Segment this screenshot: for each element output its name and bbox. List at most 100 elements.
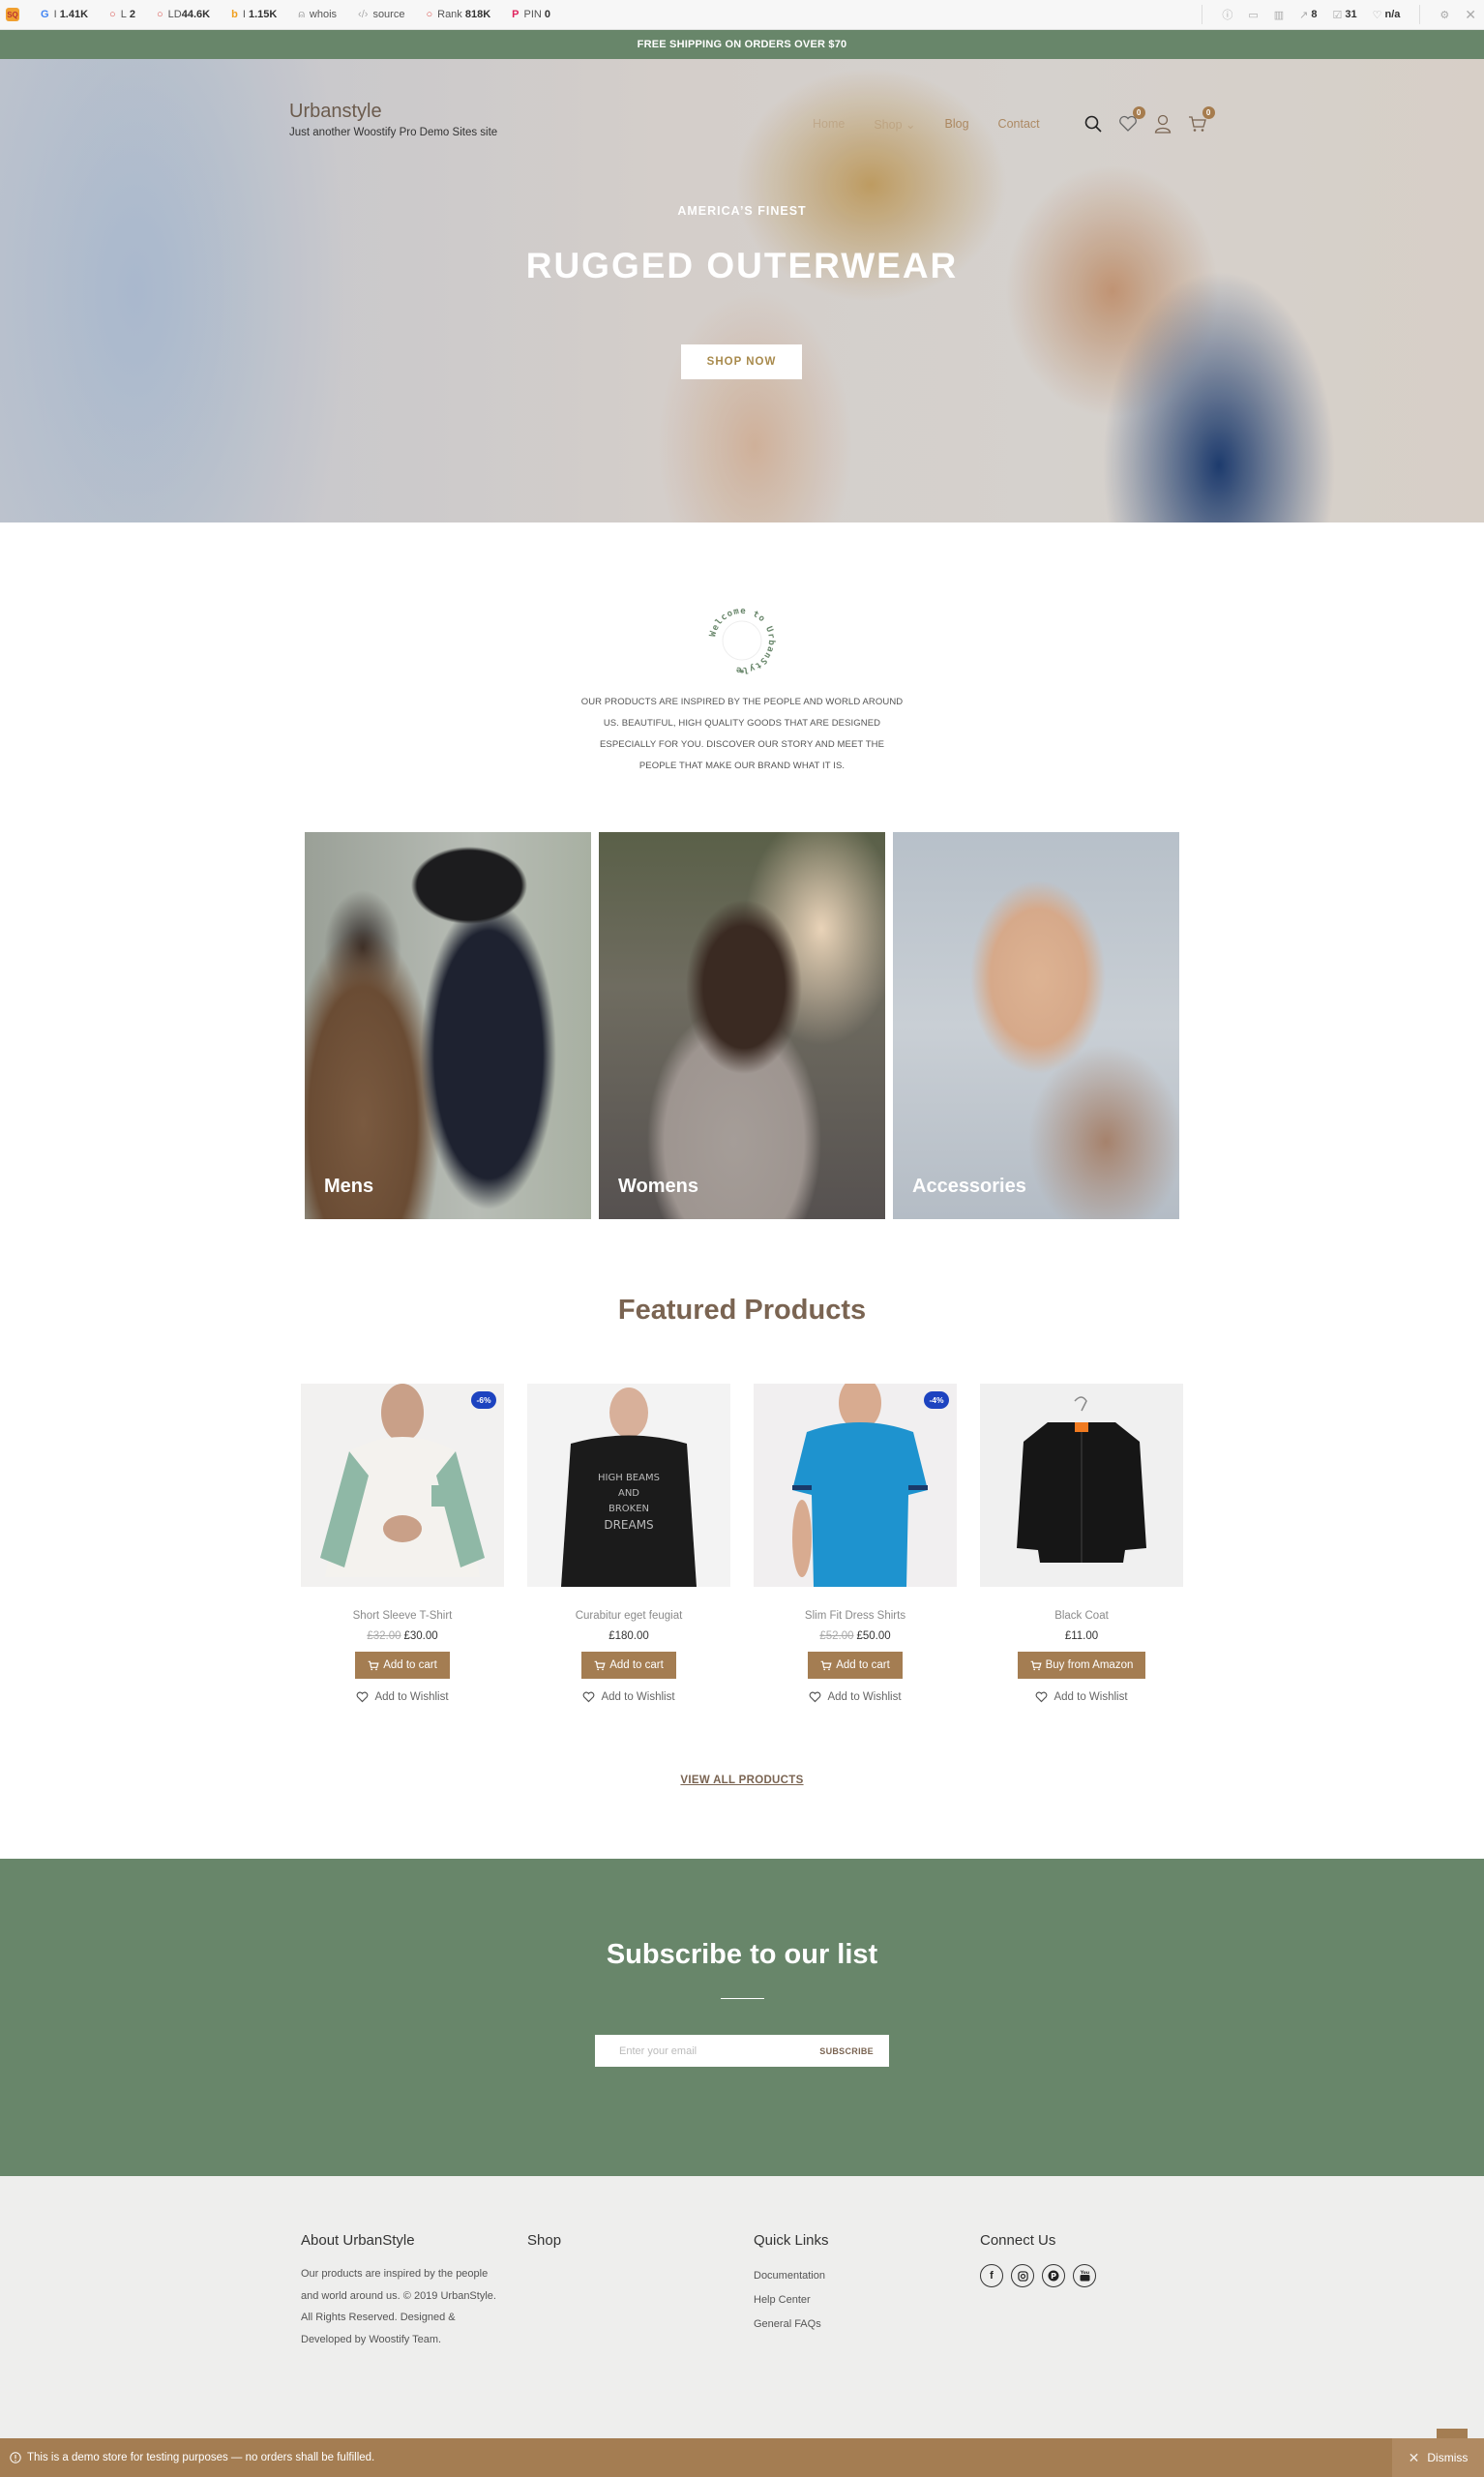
category-accessories[interactable]: Accessories	[893, 832, 1179, 1219]
subscribe-title: Subscribe to our list	[606, 1939, 878, 1970]
footer-about-text: Our products are inspired by the people …	[301, 2268, 496, 2345]
sale-badge: -6%	[471, 1391, 496, 1409]
code-icon: ‹/›	[358, 9, 369, 20]
heart-icon	[583, 1691, 595, 1703]
buy-from-amazon-button[interactable]: Buy from Amazon	[1017, 1652, 1146, 1679]
footer-connect: Connect Us f P You	[980, 2232, 1104, 2287]
close-icon[interactable]: ✕	[1465, 7, 1476, 23]
pinterest-icon[interactable]: P	[1042, 2264, 1065, 2287]
footer-link-help-center[interactable]: Help Center	[754, 2294, 829, 2306]
heart-icon: ♡	[1372, 9, 1382, 21]
dismiss-button[interactable]: ✕ Dismiss	[1392, 2438, 1484, 2477]
category-womens[interactable]: Womens	[599, 832, 885, 1219]
add-to-cart-button[interactable]: Add to cart	[581, 1652, 676, 1679]
product-name[interactable]: Black Coat	[980, 1610, 1183, 1622]
product-name[interactable]: Curabitur eget feugiat	[527, 1610, 730, 1622]
wishlist-button[interactable]: 0	[1117, 106, 1145, 134]
cart-count-badge: 0	[1202, 106, 1215, 119]
account-button[interactable]	[1152, 113, 1173, 134]
footer-link-documentation[interactable]: Documentation	[754, 2270, 829, 2282]
current-price: £30.00	[403, 1630, 438, 1642]
product-image[interactable]	[980, 1384, 1183, 1587]
nav-shop[interactable]: Shop ⌄	[874, 117, 915, 132]
product-card: -4% Slim Fit Dress Shirts £52.00 £50.00 A…	[754, 1384, 957, 1703]
info-icon[interactable]: ⓘ	[1222, 7, 1232, 22]
product-name[interactable]: Short Sleeve T-Shirt	[301, 1610, 504, 1622]
star-icon: ✱	[739, 669, 744, 675]
facebook-icon[interactable]: f	[980, 2264, 1003, 2287]
youtube-glyph: You	[1080, 2270, 1089, 2282]
svg-text:Welcome to UrbanStyle: Welcome to UrbanStyle	[708, 607, 776, 674]
instagram-icon[interactable]	[1011, 2264, 1034, 2287]
product-price: £180.00	[527, 1630, 730, 1642]
chart-icon[interactable]: ▥	[1274, 9, 1284, 21]
view-all-products-link[interactable]: VIEW ALL PRODUCTS	[0, 1775, 1484, 1786]
svg-text:P: P	[1051, 2272, 1056, 2281]
seo-rank[interactable]: ○ Rank 818K	[426, 9, 490, 20]
cart-button[interactable]: 0	[1187, 106, 1215, 134]
seo-linking-domains[interactable]: ○ LD 44.6K	[157, 9, 210, 20]
nav-contact[interactable]: Contact	[998, 117, 1040, 131]
product-price: £52.00 £50.00	[754, 1630, 957, 1642]
search-button[interactable]	[1083, 113, 1104, 134]
current-price: £50.00	[856, 1630, 891, 1642]
category-label: Womens	[618, 1176, 698, 1197]
add-to-cart-button[interactable]: Add to cart	[355, 1652, 450, 1679]
youtube-icon[interactable]: You	[1073, 2264, 1096, 2287]
seo-links[interactable]: ○ L 2	[109, 9, 135, 20]
product-image[interactable]: HIGH BEAMS AND BROKEN DREAMS	[527, 1384, 730, 1587]
seo-bing-index[interactable]: b I 1.15K	[231, 9, 277, 20]
add-to-cart-button[interactable]: Add to cart	[808, 1652, 903, 1679]
old-price: £52.00	[819, 1630, 854, 1642]
footer-link-faqs[interactable]: General FAQs	[754, 2318, 829, 2330]
seo-whois[interactable]: ⍝ whois	[298, 9, 337, 21]
nav-home[interactable]: Home	[813, 117, 845, 131]
category-mens[interactable]: Mens	[305, 832, 591, 1219]
add-to-wishlist-link[interactable]: Add to Wishlist	[527, 1691, 730, 1703]
svg-text:You: You	[1080, 2270, 1089, 2276]
user-icon	[1154, 114, 1171, 134]
svg-text:BROKEN: BROKEN	[608, 1504, 649, 1514]
svg-text:DREAMS: DREAMS	[604, 1518, 653, 1532]
add-to-wishlist-link[interactable]: Add to Wishlist	[301, 1691, 504, 1703]
subscribe-button[interactable]: SUBSCRIBE	[819, 2046, 889, 2056]
about-paragraph: OUR PRODUCTS ARE INSPIRED BY THE PEOPLE …	[580, 697, 904, 771]
product-price: £32.00 £30.00	[301, 1630, 504, 1642]
site-branding[interactable]: Urbanstyle Just another Woostify Pro Dem…	[289, 101, 497, 138]
seo-health[interactable]: ♡ n/a	[1373, 9, 1401, 21]
heart-icon	[810, 1691, 821, 1703]
site-name[interactable]: Urbanstyle	[289, 101, 497, 123]
monitor-icon[interactable]: ▭	[1248, 9, 1258, 21]
hero-subtitle: AMERICA’S FINEST	[677, 204, 807, 218]
footer-shop: Shop	[527, 2232, 561, 2249]
seoquake-logo-icon[interactable]: SQ	[6, 8, 19, 21]
store-notice: This is a demo store for testing purpose…	[0, 2438, 1484, 2477]
footer-about: About UrbanStyle Our products are inspir…	[301, 2232, 504, 2350]
seo-internal-links[interactable]: ☑ 31	[1332, 9, 1356, 21]
add-to-wishlist-link[interactable]: Add to Wishlist	[980, 1691, 1183, 1703]
product-image[interactable]: -4%	[754, 1384, 957, 1587]
cart-icon	[1030, 1660, 1042, 1670]
nav-blog[interactable]: Blog	[945, 117, 969, 131]
circle-icon: ○	[109, 9, 116, 20]
product-name[interactable]: Slim Fit Dress Shirts	[754, 1610, 957, 1622]
subscribe-form: SUBSCRIBE	[595, 2035, 889, 2067]
seo-external-links[interactable]: ↗ 8	[1299, 9, 1317, 21]
shop-now-button[interactable]: SHOP NOW	[681, 344, 802, 379]
seo-google-index[interactable]: G I 1.41K	[41, 9, 88, 20]
add-to-wishlist-link[interactable]: Add to Wishlist	[754, 1691, 957, 1703]
wishlist-count-badge: 0	[1132, 106, 1145, 119]
email-input[interactable]	[595, 2035, 820, 2067]
product-image[interactable]: -6%	[301, 1384, 504, 1587]
sale-badge: -4%	[924, 1391, 949, 1409]
cart-icon	[368, 1660, 379, 1670]
seo-source[interactable]: ‹/› source	[358, 9, 404, 20]
back-to-top-button[interactable]	[1437, 2429, 1468, 2438]
product-photo-sweatshirt: HIGH BEAMS AND BROKEN DREAMS	[527, 1384, 730, 1587]
gear-icon[interactable]: ⚙	[1439, 9, 1449, 21]
category-label: Mens	[324, 1176, 374, 1197]
seo-pinterest[interactable]: P PIN 0	[512, 9, 550, 20]
seo-toolbar: SQ G I 1.41K ○ L 2 ○ LD 44.6K b I 1.15K ⍝…	[0, 0, 1484, 30]
product-card: Black Coat £11.00 Buy from Amazon Add to…	[980, 1384, 1183, 1703]
person-icon: ⍝	[298, 8, 305, 20]
